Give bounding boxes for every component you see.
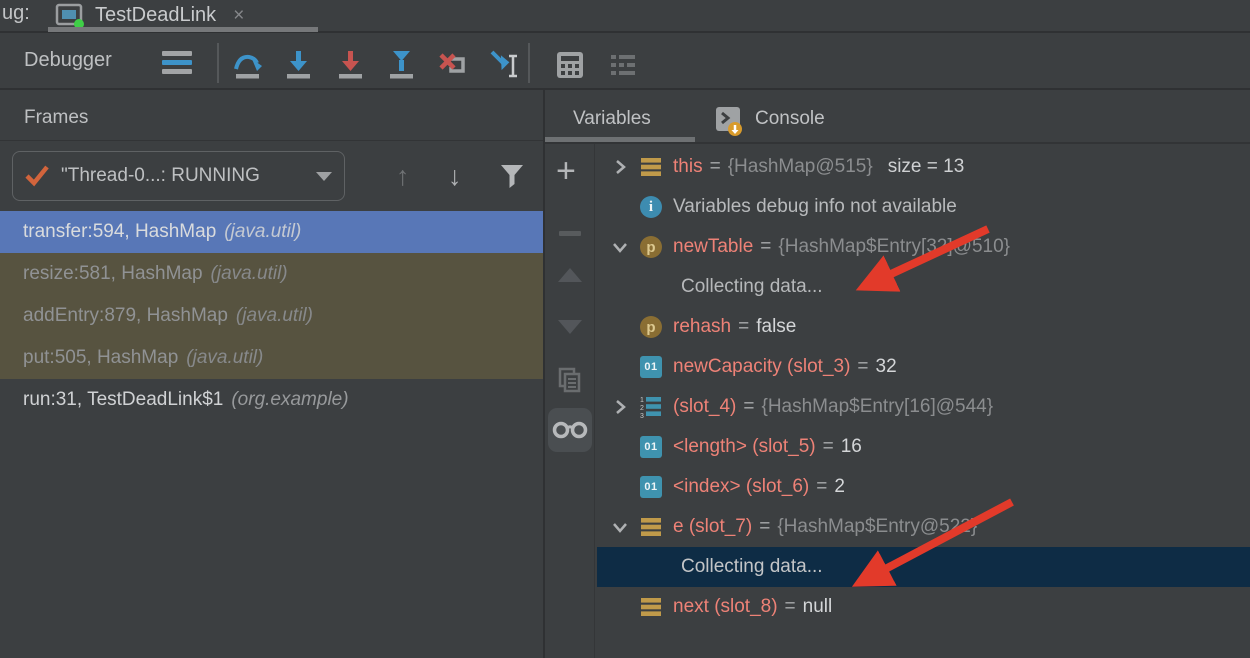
frame-row[interactable]: put:505, HashMap(java.util): [0, 337, 543, 379]
thread-check-icon: [23, 164, 51, 188]
info-icon: i: [639, 196, 663, 218]
debugger-tab-label[interactable]: Debugger: [24, 33, 112, 88]
evaluate-expression-button[interactable]: [554, 49, 586, 81]
object-value-icon: [639, 157, 663, 177]
array-icon: 123: [639, 395, 663, 419]
thread-selector[interactable]: "Thread-0...: RUNNING: [12, 151, 345, 201]
frames-divider: [0, 140, 543, 141]
chevron-down-icon[interactable]: [610, 239, 630, 255]
parameter-icon: p: [639, 236, 663, 258]
svg-text:2: 2: [640, 405, 644, 412]
debug-info-message-row: i Variables debug info not available: [597, 187, 1250, 227]
primitive-value-icon: 01: [639, 436, 663, 458]
variable-row-slot4[interactable]: 123 (slot_4)={HashMap$Entry[16]@544}: [597, 387, 1250, 427]
duplicate-watch-icon[interactable]: [556, 366, 584, 394]
variable-row-next[interactable]: next (slot_8)=null: [597, 587, 1250, 627]
variable-row-index[interactable]: 01 <index> (slot_6)=2: [597, 467, 1250, 507]
variable-row-this[interactable]: this={HashMap@515}size = 13: [597, 147, 1250, 187]
frames-panel-title: Frames: [24, 96, 88, 140]
run-to-cursor-button[interactable]: [489, 49, 521, 81]
trace-stream-button[interactable]: [607, 49, 639, 81]
drop-frame-button[interactable]: [437, 49, 469, 81]
frame-row[interactable]: run:31, TestDeadLink$1(org.example): [0, 379, 543, 421]
step-out-button[interactable]: [386, 49, 418, 81]
variable-row-newtable[interactable]: p newTable={HashMap$Entry[32]@510}: [597, 227, 1250, 267]
variables-tree: this={HashMap@515}size = 13 i Variables …: [597, 147, 1250, 627]
console-tab-icon[interactable]: [713, 104, 745, 136]
chevron-down-icon[interactable]: [316, 172, 332, 181]
tabs-border: [545, 142, 1250, 144]
svg-text:1: 1: [640, 397, 644, 404]
variable-row-rehash[interactable]: p rehash=false: [597, 307, 1250, 347]
svg-text:3: 3: [640, 413, 644, 419]
variables-side-toolbar: [545, 143, 595, 658]
object-value-icon: [639, 597, 663, 617]
variable-row-newcapacity[interactable]: 01 newCapacity (slot_3)=32: [597, 347, 1250, 387]
remove-watch-button[interactable]: [559, 231, 581, 236]
active-tab-underline: [48, 27, 318, 32]
frame-down-button[interactable]: ↓: [448, 151, 462, 201]
chevron-down-icon[interactable]: [610, 519, 630, 535]
frames-list: transfer:594, HashMap(java.util) resize:…: [0, 211, 543, 421]
primitive-value-icon: 01: [639, 356, 663, 378]
collecting-data-row: Collecting data...: [597, 267, 1250, 307]
thread-selector-label[interactable]: "Thread-0...: RUNNING: [61, 165, 306, 187]
run-tab-title[interactable]: TestDeadLink: [95, 4, 216, 27]
toolbar-divider: [528, 43, 530, 83]
frame-row[interactable]: addEntry:879, HashMap(java.util): [0, 295, 543, 337]
step-over-button[interactable]: [232, 49, 264, 81]
step-into-button[interactable]: [283, 49, 315, 81]
window-crumb: ug:: [2, 2, 30, 25]
frame-row[interactable]: transfer:594, HashMap(java.util): [0, 211, 543, 253]
variable-row-length[interactable]: 01 <length> (slot_5)=16: [597, 427, 1250, 467]
primitive-value-icon: 01: [639, 476, 663, 498]
tab-variables[interactable]: Variables: [573, 95, 651, 143]
parameter-icon: p: [639, 316, 663, 338]
toolbar-border: [0, 88, 1250, 90]
collecting-data-row-selected[interactable]: Collecting data...: [597, 547, 1250, 587]
variable-row-e-slot7[interactable]: e (slot_7)={HashMap$Entry@522}: [597, 507, 1250, 547]
force-step-into-button[interactable]: [335, 49, 367, 81]
move-watch-up-button[interactable]: [558, 268, 582, 282]
chevron-right-icon[interactable]: [610, 159, 630, 175]
close-tab-icon[interactable]: ×: [233, 5, 244, 27]
debugger-window: ug: TestDeadLink × Debugger: [0, 0, 1250, 658]
chevron-right-icon[interactable]: [610, 399, 630, 415]
add-watch-button[interactable]: +: [556, 152, 576, 191]
move-watch-down-button[interactable]: [558, 320, 582, 334]
object-value-icon: [639, 517, 663, 537]
frame-up-button[interactable]: ↑: [396, 151, 410, 201]
debugger-menu-icon[interactable]: [162, 51, 192, 79]
toolbar-divider: [217, 43, 219, 83]
tab-console[interactable]: Console: [755, 95, 825, 143]
glasses-icon: [552, 419, 588, 441]
frame-row[interactable]: resize:581, HashMap(java.util): [0, 253, 543, 295]
filter-frames-icon[interactable]: [498, 162, 526, 190]
run-console-icon: [54, 3, 86, 29]
